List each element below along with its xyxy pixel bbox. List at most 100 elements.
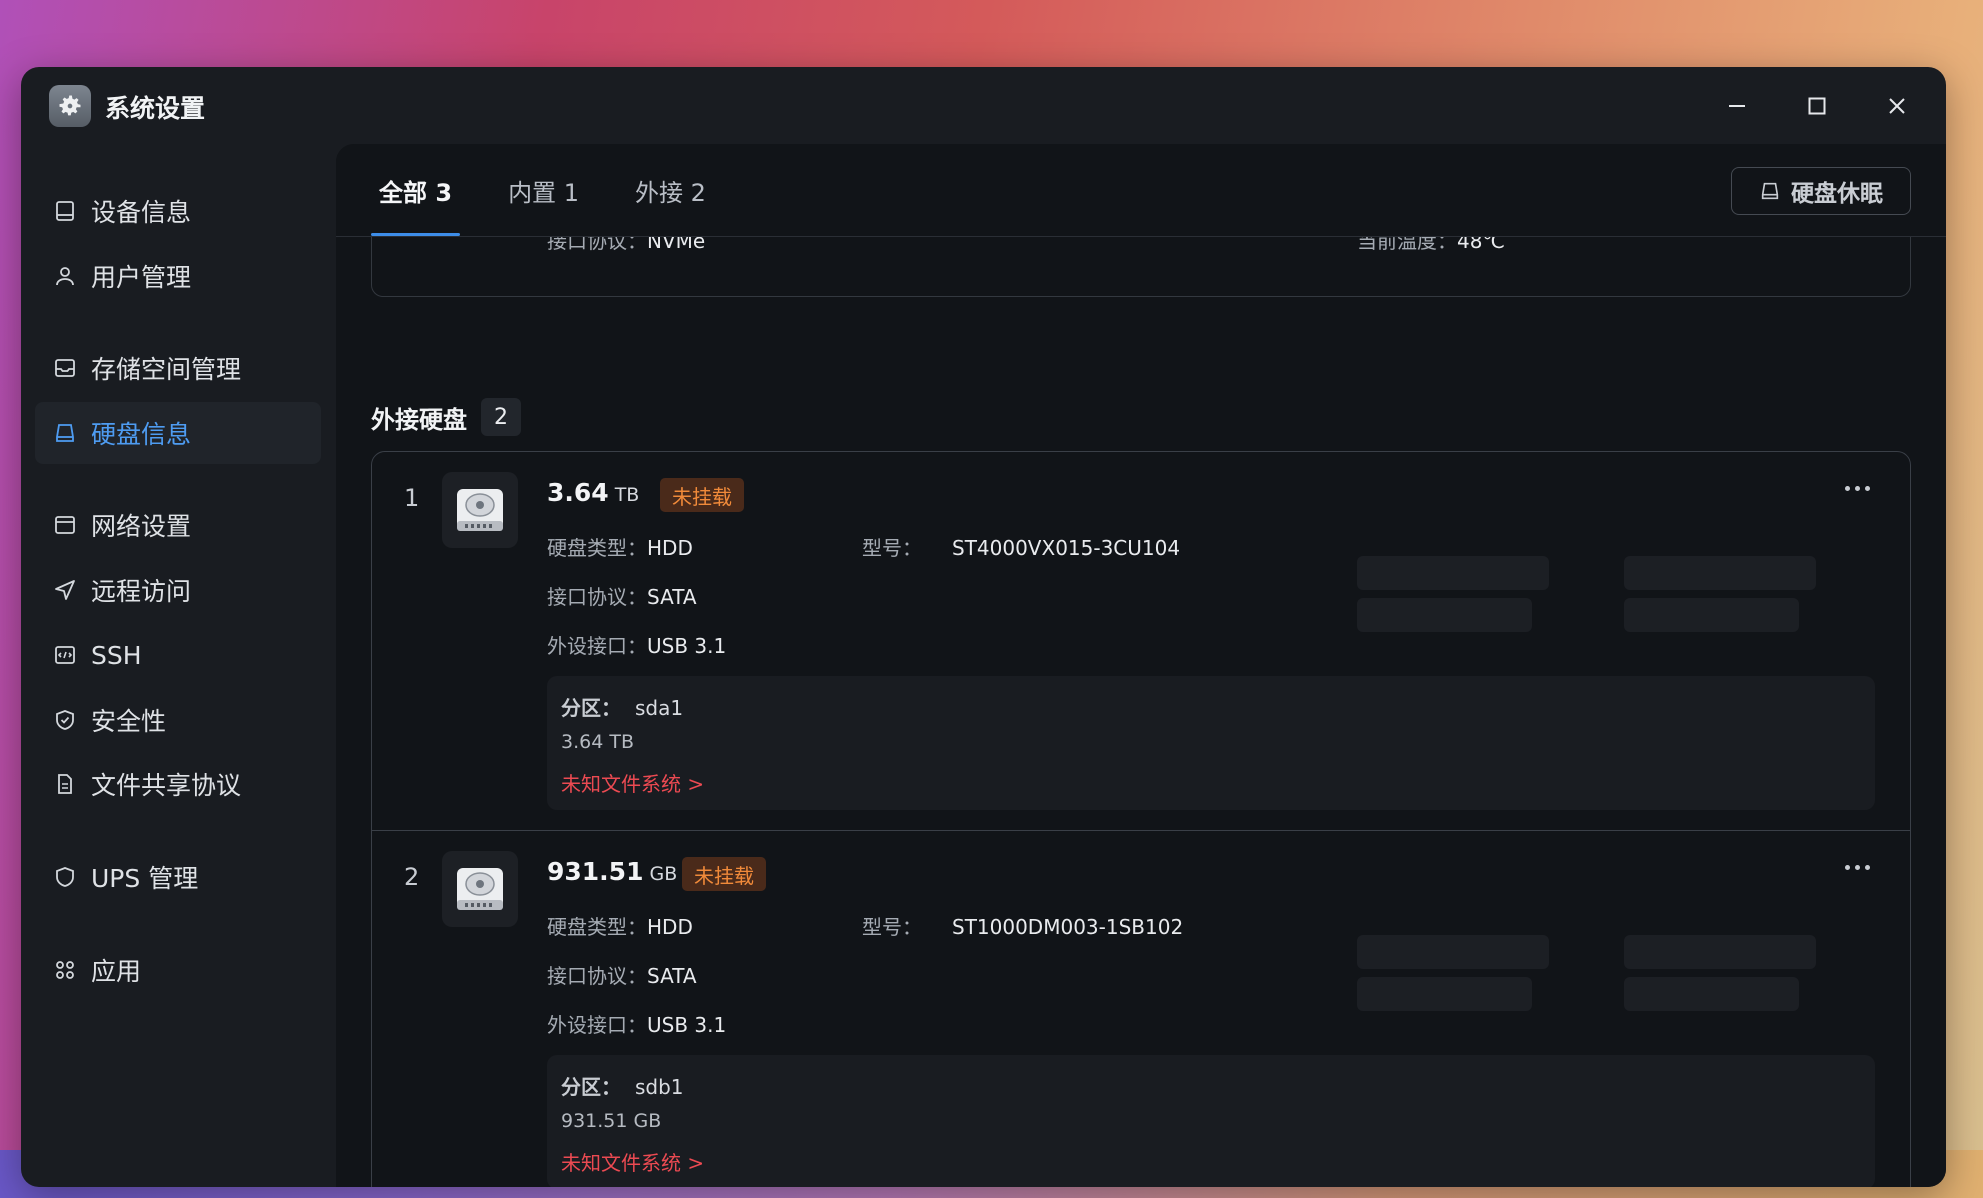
external-disks-header: 外接硬盘 2 xyxy=(371,398,521,436)
hard-drive-icon xyxy=(442,851,518,927)
partition-name: 分区： sdb1 xyxy=(561,1071,684,1100)
disk-port-info: 外设接口：USB 3.1 xyxy=(547,1009,726,1038)
unknown-filesystem-link[interactable]: 未知文件系统 > xyxy=(561,1147,704,1176)
disk-type-info: 硬盘类型：HDD xyxy=(547,911,693,940)
sidebar-item-label: 文件共享协议 xyxy=(91,771,242,800)
close-button[interactable] xyxy=(1876,85,1918,127)
storage-icon xyxy=(51,354,79,382)
disk-sleep-button[interactable]: 硬盘休眠 xyxy=(1731,167,1911,215)
more-options-button[interactable] xyxy=(1845,486,1870,491)
unknown-filesystem-link[interactable]: 未知文件系统 > xyxy=(561,768,704,797)
disk-protocol-value: SATA xyxy=(647,964,697,988)
sidebar-item-network[interactable]: 网络设置 xyxy=(35,494,321,556)
loading-placeholder xyxy=(1357,598,1532,632)
disk-capacity-value: 931.51 xyxy=(547,857,644,886)
disk-capacity-unit: TB xyxy=(614,484,640,506)
maximize-button[interactable] xyxy=(1796,85,1838,127)
disk-type-value: HDD xyxy=(647,536,693,560)
sidebar-item-label: 网络设置 xyxy=(91,512,192,541)
partition-label: 分区： xyxy=(561,1075,621,1099)
disk-port-label: 外设接口： xyxy=(547,1013,647,1037)
disk-port-value: USB 3.1 xyxy=(647,634,727,658)
sidebar-item-security[interactable]: 安全性 xyxy=(35,689,321,751)
tab-all[interactable]: 全部 3 xyxy=(371,144,461,236)
minimize-button[interactable] xyxy=(1716,85,1758,127)
disk-protocol-info: 接口协议：SATA xyxy=(547,581,697,610)
sidebar-item-label: 安全性 xyxy=(91,707,167,736)
disk-model-label: 型号： xyxy=(862,536,922,560)
tab-external[interactable]: 外接 2 xyxy=(627,144,714,236)
sidebar-item-label: UPS 管理 xyxy=(91,864,199,893)
tab-internal[interactable]: 内置 1 xyxy=(500,144,587,236)
sidebar-item-device-info[interactable]: 设备信息 xyxy=(35,180,321,242)
device-icon xyxy=(51,197,79,225)
ups-icon xyxy=(51,863,79,891)
network-icon xyxy=(51,511,79,539)
disk-capacity-value: 3.64 xyxy=(547,478,609,507)
sidebar-item-label: 存储空间管理 xyxy=(91,355,242,384)
close-icon xyxy=(1889,98,1905,114)
disk-type-label: 硬盘类型： xyxy=(547,915,647,939)
shield-icon xyxy=(51,706,79,734)
section-title: 外接硬盘 xyxy=(371,405,467,434)
sidebar-item-remote-access[interactable]: 远程访问 xyxy=(35,559,321,621)
status-badge: 未挂载 xyxy=(660,478,744,512)
disk-port-info: 外设接口：USB 3.1 xyxy=(547,630,726,659)
window-title: 系统设置 xyxy=(105,94,206,123)
disk-type-value: HDD xyxy=(647,915,693,939)
more-options-button[interactable] xyxy=(1845,865,1870,870)
loading-placeholder xyxy=(1624,598,1799,632)
loading-placeholder xyxy=(1357,556,1549,590)
partition-label: 分区： xyxy=(561,696,621,720)
partition-size: 931.51 GB xyxy=(561,1110,662,1132)
section-count: 2 xyxy=(481,398,521,436)
disk-card: 1 3.64 TB 未挂载 硬盘类型：HDD 型号： ST4000VX015-3CU… xyxy=(372,452,1910,830)
disk-protocol-info: 接口协议：SATA xyxy=(547,960,697,989)
sidebar-item-label: 远程访问 xyxy=(91,577,192,606)
sidebar-item-disk-info[interactable]: 硬盘信息 xyxy=(35,402,321,464)
sidebar-item-ssh[interactable]: SSH xyxy=(35,624,321,686)
disk-model-label: 型号： xyxy=(862,915,922,939)
disk-protocol-value: SATA xyxy=(647,585,697,609)
disk-capacity: 931.51 GB xyxy=(547,857,677,886)
disk-capacity-unit: GB xyxy=(649,863,678,885)
disk-port-label: 外设接口： xyxy=(547,634,647,658)
sidebar-item-storage[interactable]: 存储空间管理 xyxy=(35,337,321,399)
partition-name-value: sdb1 xyxy=(635,1075,684,1099)
main-content: 接口协议：NVMe 当前温度：48℃ 全部 3 内置 1 外接 2 硬盘休眠 外… xyxy=(336,144,1946,1187)
partition-size: 3.64 TB xyxy=(561,731,634,753)
loading-placeholder xyxy=(1357,977,1532,1011)
title-bar: 系统设置 xyxy=(21,67,1946,144)
disk-type-label: 硬盘类型： xyxy=(547,536,647,560)
sidebar-item-file-share[interactable]: 文件共享协议 xyxy=(35,753,321,815)
tab-bar: 全部 3 内置 1 外接 2 硬盘休眠 xyxy=(336,144,1946,237)
loading-placeholder xyxy=(1624,556,1816,590)
settings-gear-icon xyxy=(49,85,91,127)
remote-icon xyxy=(51,576,79,604)
hard-drive-icon xyxy=(442,472,518,548)
sidebar-item-apps[interactable]: 应用 xyxy=(35,939,321,1001)
loading-placeholder xyxy=(1624,977,1799,1011)
user-icon xyxy=(51,262,79,290)
disk-protocol-label: 接口协议： xyxy=(547,964,647,988)
partition-name: 分区： sda1 xyxy=(561,692,683,721)
disk-model-info: 型号： ST1000DM003-1SB102 xyxy=(862,911,1183,940)
disk-type-info: 硬盘类型：HDD xyxy=(547,532,693,561)
partition-name-value: sda1 xyxy=(635,696,684,720)
settings-window: 系统设置 设备信息 用户管理 存储空间管理 硬盘信息 网络设置 远程访问 SSH… xyxy=(21,67,1946,1187)
apps-icon xyxy=(51,956,79,984)
disk-model-value: ST4000VX015-3CU104 xyxy=(952,536,1181,560)
status-badge: 未挂载 xyxy=(682,857,766,891)
ssh-icon xyxy=(51,641,79,669)
sidebar-item-user-management[interactable]: 用户管理 xyxy=(35,245,321,307)
sidebar-item-ups[interactable]: UPS 管理 xyxy=(35,846,321,908)
maximize-icon xyxy=(1808,97,1826,115)
partition-panel: 分区： sda1 3.64 TB 未知文件系统 > xyxy=(547,676,1875,810)
sidebar: 设备信息 用户管理 存储空间管理 硬盘信息 网络设置 远程访问 SSH 安全性 xyxy=(21,144,336,1187)
disk-protocol-label: 接口协议： xyxy=(547,585,647,609)
sidebar-item-label: 应用 xyxy=(91,957,142,986)
file-share-icon xyxy=(51,770,79,798)
disk-model-value: ST1000DM003-1SB102 xyxy=(952,915,1184,939)
tab-divider xyxy=(336,236,1946,237)
loading-placeholder xyxy=(1624,935,1816,969)
